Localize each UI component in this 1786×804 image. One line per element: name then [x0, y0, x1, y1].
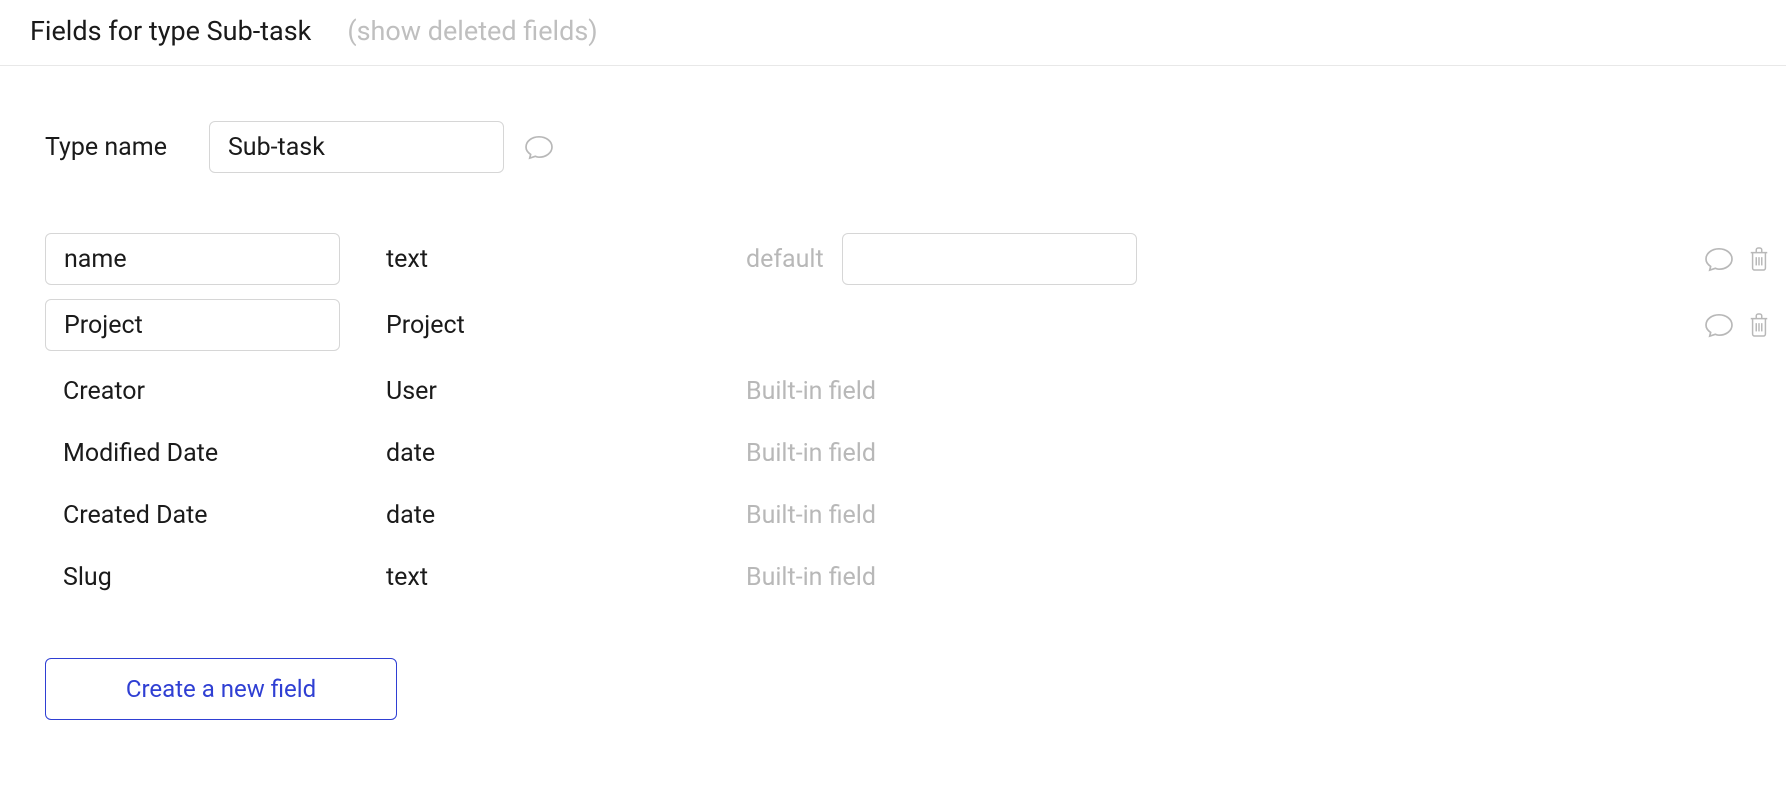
builtin-field-label: Built-in field: [746, 439, 876, 468]
field-name-label: Created Date: [45, 501, 340, 530]
field-name-label: Slug: [45, 563, 340, 592]
field-name-label: Modified Date: [45, 439, 340, 468]
row-actions: [1704, 246, 1770, 272]
comment-icon[interactable]: [1704, 312, 1734, 338]
create-new-field-button[interactable]: Create a new field: [45, 658, 397, 720]
builtin-field-label: Built-in field: [746, 377, 876, 406]
type-name-row: Type name: [45, 121, 1756, 173]
field-type-label: User: [386, 377, 746, 406]
field-row: text default: [45, 228, 1756, 290]
field-row: Creator User Built-in field: [45, 360, 1756, 422]
field-row: Created Date date Built-in field: [45, 484, 1756, 546]
type-name-input[interactable]: [209, 121, 504, 173]
field-type-label: text: [386, 245, 746, 274]
field-type-label: Project: [386, 311, 746, 340]
comment-icon[interactable]: [1704, 246, 1734, 272]
comment-icon[interactable]: [524, 134, 554, 160]
page-header: Fields for type Sub-task (show deleted f…: [0, 0, 1786, 66]
page-title: Fields for type Sub-task: [30, 15, 311, 47]
field-type-label: date: [386, 439, 746, 468]
type-name-label: Type name: [45, 133, 167, 162]
builtin-field-label: Built-in field: [746, 563, 876, 592]
builtin-field-label: Built-in field: [746, 501, 876, 530]
field-name-label: Creator: [45, 377, 340, 406]
field-row: Slug text Built-in field: [45, 546, 1756, 608]
field-name-input[interactable]: [45, 299, 340, 351]
field-name-input[interactable]: [45, 233, 340, 285]
row-actions: [1704, 312, 1770, 338]
content-area: Type name text default: [0, 66, 1786, 750]
field-type-label: text: [386, 563, 746, 592]
field-row: Project: [45, 294, 1756, 356]
default-label: default: [746, 245, 824, 274]
field-default-input[interactable]: [842, 233, 1137, 285]
trash-icon[interactable]: [1748, 313, 1770, 337]
show-deleted-fields-link[interactable]: (show deleted fields): [347, 15, 597, 47]
trash-icon[interactable]: [1748, 247, 1770, 271]
field-row: Modified Date date Built-in field: [45, 422, 1756, 484]
field-type-label: date: [386, 501, 746, 530]
